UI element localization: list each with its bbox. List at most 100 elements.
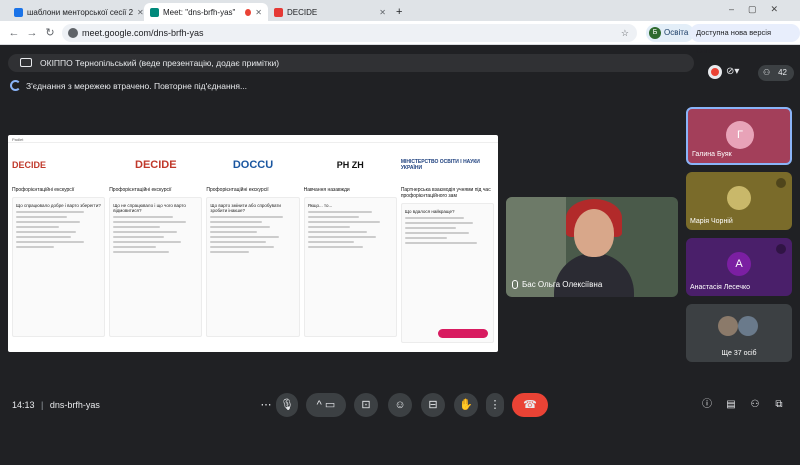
raise-hand-button[interactable]: ✋: [454, 393, 478, 417]
avatar: [738, 316, 758, 336]
logo-row: DECIDE DECIDE DOCCU PH ZH МІНІСТЕРСТВО О…: [8, 143, 498, 187]
speaker-body: [554, 253, 634, 297]
speaker-video-tile[interactable]: Бас Ольга Олексіївна: [506, 197, 678, 297]
post-card: Що вдалося найкраще?: [400, 203, 495, 343]
logo-text: DOCCU: [232, 159, 274, 171]
back-button[interactable]: ←: [6, 25, 22, 41]
padlet-brand: Padlet: [12, 137, 24, 142]
site-info-icon[interactable]: [68, 28, 78, 38]
more-options-button[interactable]: ⋯: [256, 393, 276, 417]
avatar: [718, 316, 738, 336]
speaker-face: [574, 209, 614, 257]
present-button[interactable]: ⊡: [354, 393, 378, 417]
update-chrome-button[interactable]: Доступна нова версія Chrome ⋮: [690, 24, 800, 55]
padlet-columns: Профорієнтаційні екскурсії Що спрацювало…: [8, 187, 498, 352]
site-icon: [274, 7, 283, 17]
people-icon[interactable]: ⚇: [748, 398, 762, 412]
close-icon[interactable]: ✕: [379, 8, 386, 17]
participant-tile-halyna[interactable]: Г Галина Буяк: [686, 107, 792, 165]
present-screen-icon: ⊡: [361, 399, 371, 411]
decide-logo: DECIDE: [109, 146, 202, 184]
avatar: [727, 186, 751, 210]
microphone-button[interactable]: 🎙: [276, 393, 298, 417]
emoji-button[interactable]: ☺: [388, 393, 412, 417]
mic-off-icon: [776, 178, 786, 188]
new-tab-button[interactable]: +: [392, 3, 410, 21]
camera-button[interactable]: ^ ▭: [306, 393, 346, 417]
participant-name: Галина Буяк: [692, 151, 732, 158]
profile-chip[interactable]: Б Освіта: [646, 24, 695, 42]
clock: 14:13: [12, 400, 35, 410]
tab-meet[interactable]: Meet: "dns-brfh-yas" ✕: [144, 3, 268, 21]
participant-tile-mariia[interactable]: Марія Чорній: [686, 172, 792, 230]
post-question: Якщо... то...: [307, 203, 333, 208]
logo-text: DECIDE: [12, 160, 47, 170]
docs-icon: [14, 7, 23, 17]
microphone-icon: 🎙: [280, 399, 294, 411]
decide-small-logo: DECIDE: [12, 146, 105, 184]
reconnect-status: З'єднання з мережею втрачено. Повторне п…: [10, 80, 247, 91]
post-question: Що варто змінити або спробувати зробити …: [210, 203, 281, 213]
speaker-name: Бас Ольга Олексіївна: [512, 280, 602, 289]
post-card: Якщо... то...: [303, 197, 397, 337]
activities-icon[interactable]: ⧉: [772, 398, 786, 412]
post-question: Що не спрацювало і що чого варто відмови…: [113, 203, 186, 213]
browser-toolbar: ← → ↻ meet.google.com/dns-brfh-yas ☆ Б О…: [0, 21, 800, 55]
participant-name: Анастасія Лесечко: [690, 284, 751, 291]
chevron-up-icon: ^: [316, 399, 322, 411]
post-card: Що не спрацювало і що чого варто відмови…: [109, 197, 203, 337]
hang-up-icon: ☎: [523, 399, 537, 411]
mic-icon: [512, 280, 518, 289]
participants-button[interactable]: ⚇ 42: [758, 65, 794, 81]
hand-icon: ✋: [459, 399, 473, 411]
chat-icon[interactable]: ▤: [724, 398, 738, 412]
reload-button[interactable]: ↻: [42, 25, 58, 41]
record-icon[interactable]: [708, 65, 722, 79]
emoji-icon: ☺: [394, 399, 406, 411]
post-question: Що вдалося найкраще?: [404, 209, 455, 214]
padlet-add-button: [438, 329, 489, 338]
presentation-banner: ОКІППО Тернопільський (веде презентацію,…: [8, 54, 694, 72]
profile-label: Освіта: [664, 28, 689, 37]
meeting-toolbar: 14:13 | dns-brfh-yas ⋯ 🎙 ^ ▭ ⊡ ☺ ⊟ ✋ ⋮ ☎…: [0, 380, 800, 425]
meet-icon: [150, 7, 159, 17]
tab-templates[interactable]: шаблони менторської сесії 2 ✕: [8, 3, 144, 21]
post-card: Що спрацювало добре і варто зберегти?: [12, 197, 106, 337]
padlet-column: Профорієнтаційні екскурсії Що спрацювало…: [12, 187, 106, 352]
padlet-column: Партнерська взаємодія учнями під час про…: [400, 187, 495, 352]
column-title: Навчання назавжди: [303, 187, 350, 193]
address-bar[interactable]: meet.google.com/dns-brfh-yas ☆: [62, 24, 637, 42]
more-participants-label: Ще 37 осіб: [721, 350, 757, 357]
present-icon: [20, 58, 32, 67]
participant-tile-anastasiia[interactable]: А Анастасія Лесечко: [686, 238, 792, 296]
mic-off-icon: [776, 244, 786, 254]
padlet-column: Профорієнтаційні екскурсії Що не спрацюв…: [109, 187, 203, 352]
more-actions-button[interactable]: ⋮: [486, 393, 504, 417]
camera-icon: ▭: [324, 399, 336, 411]
bookmark-star-icon[interactable]: ☆: [621, 24, 629, 42]
tab-decide[interactable]: DECIDE ✕: [268, 3, 392, 21]
forward-button[interactable]: →: [24, 25, 40, 41]
participants-count: 42: [778, 68, 787, 77]
window-controls[interactable]: –▢✕: [729, 4, 792, 15]
camera-off-icon[interactable]: ⊘▾: [726, 66, 748, 78]
padlet-column: Профорієнтаційні екскурсії Що варто змін…: [206, 187, 300, 352]
padlet-column: Навчання назавжди Якщо... то...: [303, 187, 397, 352]
meeting-info: 14:13 | dns-brfh-yas: [12, 400, 100, 410]
recording-icon: [245, 8, 252, 16]
logo-text: МІНІСТЕРСТВО ОСВІТИ І НАУКИ УКРАЇНИ: [400, 159, 480, 171]
tab-label: Meet: "dns-brfh-yas": [163, 7, 236, 17]
captions-button[interactable]: ⊟: [421, 393, 445, 417]
avatar: Г: [726, 121, 754, 149]
avatar: Б: [649, 27, 661, 39]
info-icon[interactable]: ⓘ: [700, 398, 714, 412]
avatar: А: [727, 252, 751, 276]
column-title: Профорієнтаційні екскурсії: [206, 187, 269, 193]
leave-call-button[interactable]: ☎: [512, 393, 548, 417]
close-icon[interactable]: ✕: [137, 8, 144, 17]
captions-icon: ⊟: [428, 399, 438, 411]
more-participants-tile[interactable]: Ще 37 осіб: [686, 304, 792, 362]
presenter-text: ОКІППО Тернопільський (веде презентацію,…: [40, 58, 280, 68]
more-vert-icon: ⋮: [489, 399, 501, 411]
close-icon[interactable]: ✕: [255, 8, 262, 17]
